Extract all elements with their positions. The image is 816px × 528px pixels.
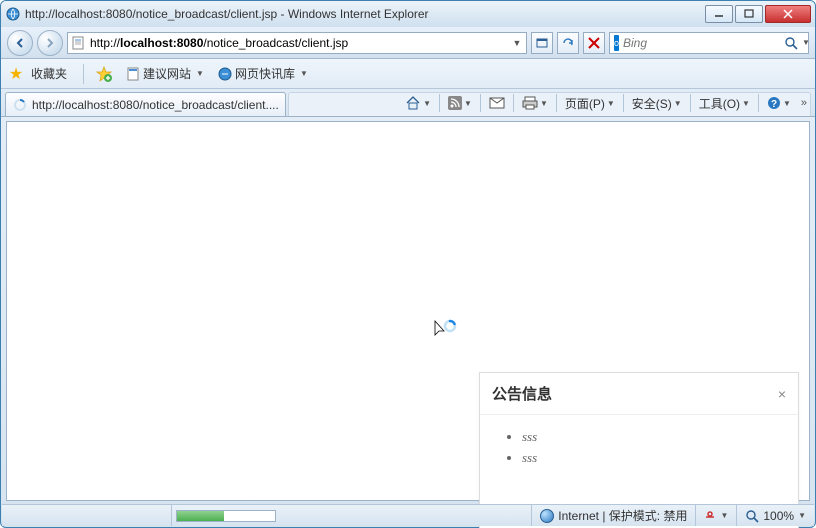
- panel-close-button[interactable]: ×: [778, 386, 786, 402]
- status-zoom[interactable]: 100% ▼: [737, 505, 814, 526]
- notice-item: sss: [522, 427, 778, 448]
- favorites-bar: ★ 收藏夹 建议网站 ▼ 网页快讯库 ▼: [1, 59, 815, 89]
- zoom-level: 100%: [763, 509, 794, 523]
- forward-button[interactable]: [37, 30, 63, 56]
- read-mail-button[interactable]: [485, 92, 509, 114]
- maximize-button[interactable]: [735, 5, 763, 23]
- progress-bar: [176, 510, 276, 522]
- status-zone-text: Internet | 保护模式: 禁用: [558, 507, 687, 524]
- fav-webslice[interactable]: 网页快讯库 ▼: [214, 63, 312, 84]
- chevron-down-icon: ▼: [196, 69, 204, 78]
- internet-zone-icon: [540, 509, 554, 523]
- address-bar[interactable]: http://localhost:8080/notice_broadcast/c…: [67, 32, 527, 54]
- status-bar: Internet | 保护模式: 禁用 ▼ 100% ▼: [2, 504, 814, 526]
- tab-row: http://localhost:8080/notice_broadcast/c…: [1, 89, 815, 117]
- address-text: http://localhost:8080/notice_broadcast/c…: [90, 36, 506, 50]
- help-button[interactable]: ?▼: [763, 92, 795, 114]
- status-privacy[interactable]: ▼: [696, 505, 737, 526]
- tools-menu[interactable]: 工具(O)▼: [695, 92, 754, 114]
- titlebar: http://localhost:8080/notice_broadcast/c…: [1, 1, 815, 27]
- fav-suggested-sites[interactable]: 建议网站 ▼: [122, 63, 208, 84]
- search-button[interactable]: [784, 36, 798, 50]
- page-icon: [70, 35, 86, 51]
- tab-loading-icon: [12, 97, 28, 113]
- chevron-down-icon: ▼: [300, 69, 308, 78]
- page-content: 公告信息 × sss sss: [6, 121, 810, 501]
- ie-icon: [5, 6, 21, 22]
- navbar: http://localhost:8080/notice_broadcast/c…: [1, 27, 815, 59]
- panel-title: 公告信息: [492, 383, 552, 404]
- fav-suggested-label: 建议网站: [143, 65, 191, 82]
- status-zone[interactable]: Internet | 保护模式: 禁用: [532, 505, 696, 526]
- favorites-label[interactable]: 收藏夹: [31, 65, 67, 82]
- home-button[interactable]: ▼: [401, 92, 435, 114]
- tab-active[interactable]: http://localhost:8080/notice_broadcast/c…: [5, 92, 286, 116]
- close-button[interactable]: [765, 5, 811, 23]
- address-dropdown[interactable]: ▼: [510, 38, 524, 48]
- favorites-star-icon[interactable]: ★: [7, 65, 25, 83]
- svg-text:?: ?: [771, 99, 777, 110]
- search-dropdown[interactable]: ▼: [802, 38, 810, 47]
- feeds-button[interactable]: ▼: [444, 92, 476, 114]
- minimize-button[interactable]: [705, 5, 733, 23]
- safety-menu[interactable]: 安全(S)▼: [628, 92, 686, 114]
- print-button[interactable]: ▼: [518, 92, 552, 114]
- window-title: http://localhost:8080/notice_broadcast/c…: [25, 7, 705, 21]
- zoom-dropdown[interactable]: ▼: [798, 511, 806, 520]
- cursor-loading-icon: [433, 319, 457, 343]
- fav-add-icon[interactable]: [92, 64, 116, 84]
- tab-title: http://localhost:8080/notice_broadcast/c…: [32, 98, 279, 112]
- compat-view-button[interactable]: [531, 32, 553, 54]
- status-pane-left: [2, 505, 172, 526]
- bing-icon: o: [614, 35, 619, 51]
- command-overflow[interactable]: »: [797, 92, 811, 114]
- search-input[interactable]: [623, 36, 780, 50]
- back-button[interactable]: [7, 30, 33, 56]
- stop-button[interactable]: [583, 32, 605, 54]
- page-menu[interactable]: 页面(P)▼: [561, 92, 619, 114]
- separator: [83, 64, 84, 84]
- command-bar: ▼ ▼ ▼ 页面(P)▼ 安全(S)▼ 工具(O)▼ ?▼ »: [401, 91, 811, 115]
- search-box[interactable]: o ▼: [609, 32, 809, 54]
- notice-item: sss: [522, 448, 778, 469]
- refresh-button[interactable]: [557, 32, 579, 54]
- fav-webslice-label: 网页快讯库: [235, 65, 295, 82]
